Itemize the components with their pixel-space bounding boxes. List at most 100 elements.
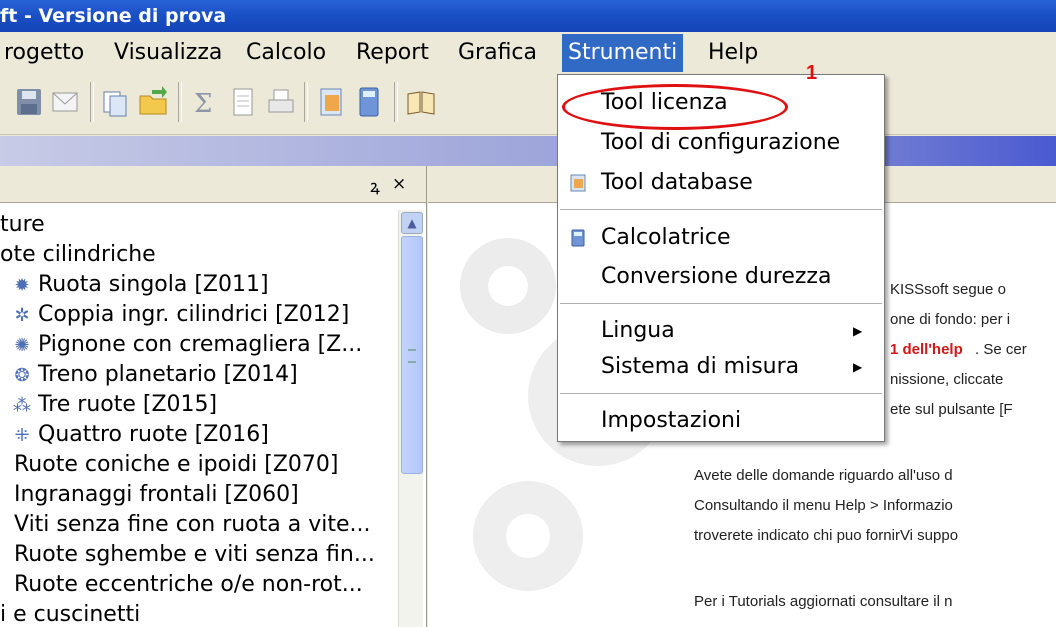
menu-item-label: Sistema di misura (601, 354, 800, 379)
menu-help[interactable]: Help (702, 34, 764, 72)
save-icon[interactable] (14, 84, 44, 120)
welcome-text-line: one di fondo: per i (890, 311, 1011, 328)
tree-item[interactable]: ❂ Treno planetario [Z014] (12, 360, 297, 390)
menu-grafica[interactable]: Grafica (452, 34, 543, 72)
grip-icon (408, 349, 416, 363)
copy-icon[interactable] (100, 84, 130, 120)
tree-item-label: Quattro ruote [Z016] (38, 422, 269, 447)
toolbar-separator (90, 82, 94, 122)
tree-item[interactable]: Ingranaggi frontali [Z060] (14, 480, 299, 510)
menu-item-label: Lingua (601, 318, 675, 343)
tree-item[interactable]: ✲ Coppia ingr. cilindrici [Z012] (12, 300, 349, 330)
menu-separator (560, 209, 882, 210)
menu-strumenti[interactable]: Strumenti (562, 34, 684, 72)
tree-item-label: Ruote eccentriche o/e non-rot... (14, 572, 363, 597)
tree-item[interactable]: ture (0, 210, 45, 240)
tree-panel: ꝝ × ture ote cilindriche ✹ Ruota singola … (0, 166, 427, 627)
rack-pinion-icon: ✺ (14, 335, 30, 356)
tree-item[interactable]: ✹ Ruota singola [Z011] (12, 270, 269, 300)
toolbar-separator (304, 82, 308, 122)
welcome-text-line: . Se cer (975, 341, 1027, 358)
toolbar-separator (178, 82, 182, 122)
tree-item[interactable]: i e cuscinetti (0, 600, 140, 627)
tree-item[interactable]: Ruote sghembe e viti senza fin... (14, 540, 375, 570)
tree-item[interactable]: ✺ Pignone con cremagliera [Z... (12, 330, 362, 360)
tree-item-label: ote cilindriche (0, 242, 156, 267)
toolbar: Σ (0, 72, 1056, 135)
submenu-arrow-icon: ▶ (853, 324, 863, 338)
close-icon[interactable]: × (392, 174, 406, 194)
menu-visualizza[interactable]: Visualizza (108, 34, 228, 72)
menu-report[interactable]: Report (350, 34, 435, 72)
menu-item-sistema-di-misura[interactable]: Sistema di misura ▶ (558, 349, 884, 385)
tree-item-label: Ingranaggi frontali [Z060] (14, 482, 299, 507)
tree-item[interactable]: ote cilindriche (0, 240, 156, 270)
database-icon (570, 174, 586, 192)
menu-item-calcolatrice[interactable]: Calcolatrice (558, 220, 884, 256)
menu-item-tool-configurazione[interactable]: Tool di configurazione (558, 125, 884, 161)
menu-item-label: Impostazioni (601, 408, 742, 433)
tree-item[interactable]: Ruote eccentriche o/e non-rot... (14, 570, 363, 600)
tree-item-label: Coppia ingr. cilindrici [Z012] (38, 302, 350, 327)
calculator-icon (571, 229, 585, 247)
submenu-arrow-icon: ▶ (853, 360, 863, 374)
tree-item-label: ture (0, 212, 45, 237)
menu-item-label: Calcolatrice (601, 225, 731, 250)
pin-icon[interactable]: ꝝ (370, 174, 380, 197)
gear-pair-icon: ✲ (14, 305, 30, 326)
welcome-text-line: ete sul pulsante [F (890, 401, 1013, 418)
welcome-text-line: Avete delle domande riguardo all'uso d (694, 467, 953, 484)
tree-item-label: i e cuscinetti (0, 602, 141, 627)
sum-icon[interactable]: Σ (190, 84, 220, 120)
header-strip (0, 136, 1056, 166)
database-icon[interactable] (316, 84, 346, 120)
scroll-thumb[interactable] (401, 236, 423, 474)
tree-item[interactable]: ⁂ Tre ruote [Z015] (12, 390, 217, 420)
svg-text:Σ: Σ (194, 89, 212, 119)
highlight-ellipse (562, 84, 788, 130)
welcome-text-line: KISSsoft segue o (890, 281, 1006, 298)
menu-separator (560, 393, 882, 394)
book-icon[interactable] (406, 84, 436, 120)
open-folder-icon[interactable] (138, 84, 168, 120)
tree-scrollbar[interactable]: ▲ (398, 210, 423, 627)
planetary-icon: ❂ (14, 365, 30, 386)
three-gears-icon: ⁂ (13, 395, 31, 416)
tree-item-label: Pignone con cremagliera [Z... (38, 332, 363, 357)
calculator-icon[interactable] (354, 84, 384, 120)
mail-icon[interactable] (50, 84, 80, 120)
scroll-up-arrow[interactable]: ▲ (401, 212, 423, 234)
print-icon[interactable] (266, 84, 296, 120)
tree-item-label: Ruote sghembe e viti senza fin... (14, 542, 375, 567)
strumenti-dropdown: Tool licenza Tool di configurazione Tool… (557, 74, 885, 442)
menu-item-lingua[interactable]: Lingua ▶ (558, 313, 884, 349)
tree-item-label: Tre ruote [Z015] (38, 392, 218, 417)
welcome-text-line: troverete indicato chi puo fornirVi supp… (694, 527, 959, 544)
tree-item[interactable]: ⁜ Quattro ruote [Z016] (12, 420, 269, 450)
menu-item-tool-database[interactable]: Tool database (558, 165, 884, 201)
tree-item[interactable]: Ruote coniche e ipoidi [Z070] (14, 450, 339, 480)
menu-item-label: Conversione durezza (601, 264, 832, 289)
welcome-text-line: nissione, cliccate (890, 371, 1004, 388)
four-gears-icon: ⁜ (14, 425, 30, 446)
help-link[interactable]: 1 dell'help (890, 341, 963, 358)
menu-item-conversione-durezza[interactable]: Conversione durezza (558, 259, 884, 295)
toolbar-separator (394, 82, 398, 122)
menu-calcolo[interactable]: Calcolo (240, 34, 332, 72)
welcome-text-line: Consultando il menu Help > Informazio (694, 497, 953, 514)
welcome-text-line: Per i Tutorials aggiornati consultare il… (694, 593, 953, 610)
tree-panel-header: ꝝ × (0, 166, 426, 203)
title-bar: ft - Versione di prova (0, 0, 1056, 32)
tree-item-label: Ruote coniche e ipoidi [Z070] (14, 452, 339, 477)
tree-item[interactable]: Viti senza fine con ruota a vite... (14, 510, 371, 540)
menu-item-label: Tool di configurazione (601, 130, 841, 155)
menu-separator (560, 303, 882, 304)
tree-item-label: Ruota singola [Z011] (38, 272, 269, 297)
window-title: ft - Versione di prova (0, 5, 227, 27)
menu-bar: rogetto Visualizza Calcolo Report Grafic… (0, 34, 1056, 72)
menu-progetto[interactable]: rogetto (0, 34, 90, 72)
menu-item-label: Tool database (601, 170, 753, 195)
menu-item-impostazioni[interactable]: Impostazioni (558, 403, 884, 439)
annotation-number: 1 (806, 62, 818, 84)
document-icon[interactable] (228, 84, 258, 120)
